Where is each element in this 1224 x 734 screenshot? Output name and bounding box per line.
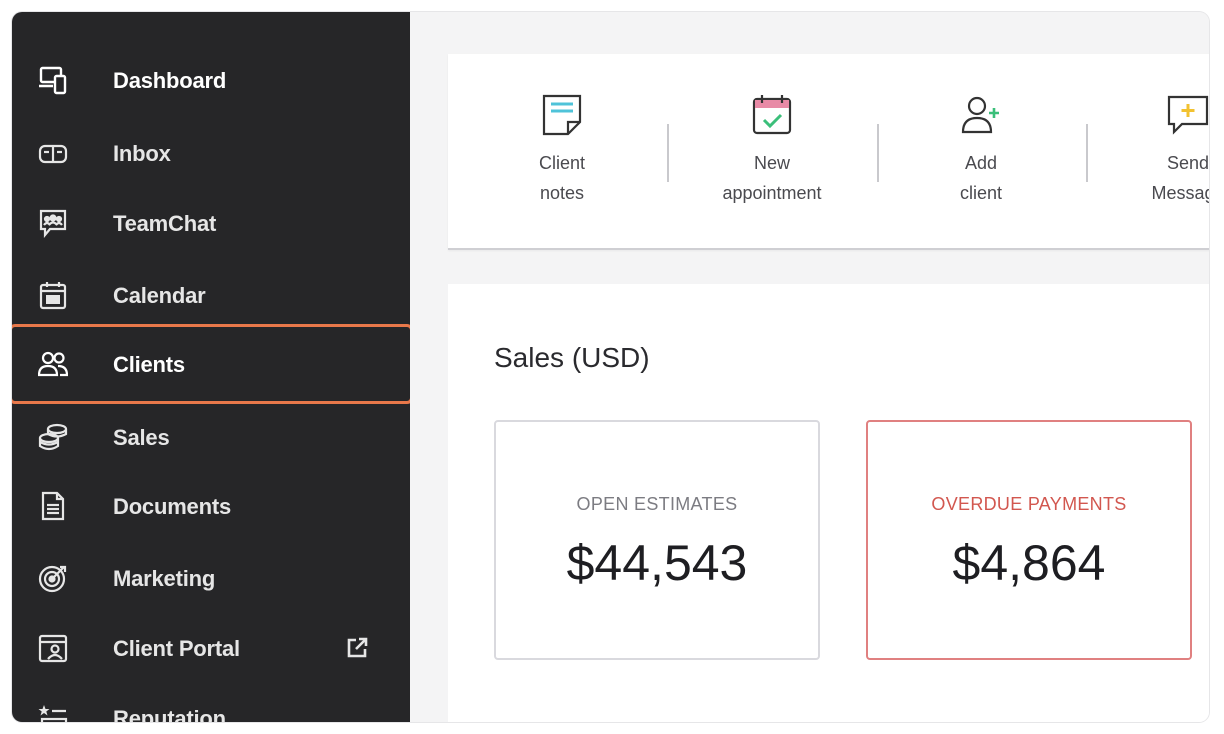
external-link-icon[interactable]	[346, 637, 368, 659]
open-estimates-value: $44,543	[566, 535, 748, 591]
main-content: Client notes New appointment Add client …	[410, 12, 1209, 722]
sidebar-item-label: Reputation	[113, 706, 226, 722]
open-estimates-label: OPEN ESTIMATES	[576, 494, 738, 514]
sidebar: Dashboard Inbox TeamChat Calendar Client…	[12, 12, 413, 722]
portal-icon	[38, 633, 68, 663]
overdue-payments-label: OVERDUE PAYMENTS	[931, 494, 1127, 514]
sidebar-item-label: Inbox	[113, 141, 171, 166]
calendar-icon	[38, 280, 68, 310]
document-icon	[38, 491, 68, 521]
sidebar-item-label: Documents	[113, 494, 231, 519]
open-estimates-card[interactable]: OPEN ESTIMATES $44,543	[494, 420, 820, 660]
sidebar-item-sales[interactable]: Sales	[12, 412, 410, 462]
team-chat-icon	[38, 208, 68, 238]
quick-action-label: Add client	[959, 153, 1003, 203]
divider	[1086, 124, 1088, 182]
divider	[877, 124, 879, 182]
sidebar-item-label: Client Portal	[113, 636, 240, 661]
target-icon	[38, 563, 68, 593]
app-window: Dashboard Inbox TeamChat Calendar Client…	[12, 12, 1209, 722]
reputation-icon	[38, 703, 68, 722]
add-client-icon	[958, 92, 1004, 138]
sidebar-item-label: TeamChat	[113, 211, 217, 236]
sidebar-item-client-portal[interactable]: Client Portal	[12, 623, 410, 673]
sidebar-item-marketing[interactable]: Marketing	[12, 553, 410, 603]
sidebar-item-inbox[interactable]: Inbox	[12, 128, 410, 178]
quick-action-label: New appointment	[722, 153, 822, 203]
sidebar-item-teamchat[interactable]: TeamChat	[12, 198, 410, 248]
inbox-icon	[38, 138, 68, 168]
overdue-payments-value: $4,864	[952, 535, 1106, 591]
clients-icon	[38, 349, 68, 379]
sidebar-item-reputation[interactable]: Reputation	[12, 693, 410, 722]
sidebar-item-documents[interactable]: Documents	[12, 481, 410, 531]
sales-title: Sales (USD)	[494, 342, 650, 373]
sidebar-item-label: Sales	[113, 425, 170, 450]
sidebar-item-calendar[interactable]: Calendar	[12, 270, 410, 320]
sidebar-item-dashboard[interactable]: Dashboard	[12, 55, 410, 105]
sidebar-item-label: Marketing	[113, 566, 216, 591]
divider	[667, 124, 669, 182]
add-client-button[interactable]: Add client	[891, 92, 1071, 222]
quick-actions-bar: Client notes New appointment Add client …	[448, 54, 1209, 250]
new-appointment-icon	[749, 92, 795, 138]
sidebar-item-label: Calendar	[113, 283, 206, 308]
quick-action-label: Client notes	[538, 153, 586, 203]
devices-icon	[38, 65, 68, 95]
sidebar-item-label: Clients	[113, 352, 185, 377]
overdue-payments-card[interactable]: OVERDUE PAYMENTS $4,864	[866, 420, 1192, 660]
sidebar-item-label: Dashboard	[113, 68, 227, 93]
quick-action-label: Send Message	[1151, 153, 1209, 203]
client-notes-button[interactable]: Client notes	[472, 92, 652, 222]
send-message-icon	[1165, 92, 1209, 138]
new-appointment-button[interactable]: New appointment	[682, 92, 862, 222]
sidebar-item-clients[interactable]: Clients	[12, 339, 410, 389]
client-notes-icon	[539, 92, 585, 138]
coins-icon	[38, 422, 68, 452]
send-message-button[interactable]: Send Message	[1098, 92, 1209, 222]
sales-panel: Sales (USD) OPEN ESTIMATES $44,543 OVERD…	[448, 284, 1209, 722]
